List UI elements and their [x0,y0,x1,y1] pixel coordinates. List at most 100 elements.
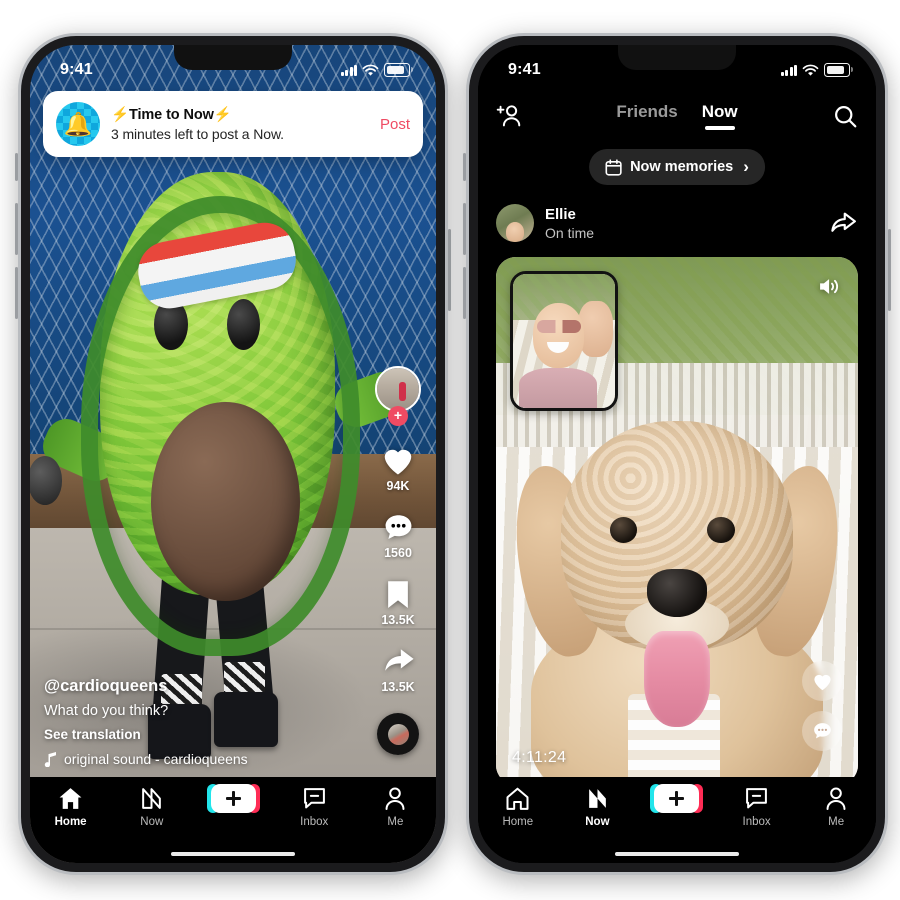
wifi-icon [362,64,379,76]
signal-bars-icon [340,64,357,76]
inbox-icon [745,785,768,811]
pip-face [533,303,585,368]
share-icon [380,643,416,679]
phone-right: 9:41 Friends Now Now memories › Ellie On… [463,33,891,875]
now-notification-banner[interactable]: 🔔 ⚡Time to Now⚡ 3 minutes left to post a… [43,91,423,157]
sound-label: original sound - cardioqueens [64,751,248,767]
tab-create[interactable] [637,783,717,813]
comment-button[interactable] [802,711,842,751]
post-button[interactable]: Post [372,116,410,133]
post-header: Ellie On time [496,197,858,249]
poster-name[interactable]: Ellie [545,206,826,223]
status-time-right: 9:41 [508,61,541,78]
sound-row[interactable]: original sound - cardioqueens [44,751,358,767]
action-rail: + 94K 1560 13.5K 13.5K [369,366,427,755]
avatar[interactable] [496,204,534,242]
post-meta: Ellie On time [534,206,826,241]
mute-switch-right[interactable] [463,153,466,181]
see-translation-link[interactable]: See translation [44,727,358,742]
video-caption: @cardioqueens What do you think? See tra… [44,677,358,767]
tab-inbox[interactable]: Inbox [717,785,797,828]
tab-me[interactable]: Me [355,785,436,828]
heart-icon [380,442,416,478]
avatar-figure [398,382,407,401]
notch [174,45,292,70]
like-button[interactable] [802,661,842,701]
now-feed: 9:41 Friends Now Now memories › Ellie On… [478,45,876,863]
home-icon [58,785,83,811]
balloon-avocado-character [30,160,411,765]
volume-down-button-right[interactable] [463,267,466,319]
bookmark-action[interactable]: 13.5K [380,576,416,627]
like-count: 94K [386,479,410,493]
power-button-right[interactable] [888,229,891,311]
tab-home[interactable]: Home [478,785,558,828]
speaker-icon[interactable] [814,271,844,301]
tab-now[interactable]: Now [111,785,192,828]
create-button[interactable] [206,783,260,813]
calendar-icon [605,158,622,176]
volume-down-button[interactable] [15,267,18,319]
comment-count: 1560 [384,546,412,560]
inbox-icon [303,785,326,811]
tab-inbox[interactable]: Inbox [274,785,355,828]
feed-tabs: Friends Now [616,102,737,131]
character-avocado-pit [151,401,300,602]
add-friend-icon[interactable] [492,99,526,133]
share-action[interactable]: 13.5K [380,643,416,694]
now-lightning-icon [140,785,163,811]
profile-icon [384,785,406,811]
volume-up-button-right[interactable] [463,203,466,255]
now-photo[interactable]: 4:11:24 [496,257,858,785]
mute-switch[interactable] [15,153,18,181]
tab-me[interactable]: Me [796,785,876,828]
search-icon[interactable] [828,99,862,133]
tab-friends[interactable]: Friends [616,102,677,131]
comment-action[interactable]: 1560 [380,509,416,560]
screenshot-canvas: 9:41 🔔 ⚡Time to Now⚡ 3 minutes left to p… [0,0,900,900]
status-icons [340,63,413,77]
notification-text: ⚡Time to Now⚡ 3 minutes left to post a N… [100,106,372,142]
now-memories-button[interactable]: Now memories › [589,149,765,185]
dog-subject [504,420,850,785]
phone-right-screen: 9:41 Friends Now Now memories › Ellie On… [478,45,876,863]
phone-left: 9:41 🔔 ⚡Time to Now⚡ 3 minutes left to p… [15,33,451,875]
tab-create[interactable] [192,783,273,813]
front-camera-inset[interactable] [510,271,618,411]
create-button[interactable] [650,783,704,813]
dog-eye-right [707,516,735,543]
share-count: 13.5K [381,680,415,694]
poster-status: On time [545,224,595,241]
comment-icon [813,723,831,739]
tab-now-feed[interactable]: Now [702,102,738,131]
plus-glyph [669,790,685,806]
phone-left-bezel: 9:41 🔔 ⚡Time to Now⚡ 3 minutes left to p… [21,36,445,872]
battery-icon [384,63,413,77]
caption-text: What do you think? [44,703,169,719]
phone-left-screen: 9:41 🔔 ⚡Time to Now⚡ 3 minutes left to p… [30,45,436,863]
like-action[interactable]: 94K [380,442,416,493]
caption-username[interactable]: @cardioqueens [44,677,358,696]
volume-up-button[interactable] [15,203,18,255]
plus-create-icon [206,783,260,813]
follow-button[interactable]: + [388,406,408,426]
pip-shirt [519,367,597,408]
now-memories-label: Now memories [630,159,734,175]
dog-nose [646,568,708,617]
home-indicator-right [615,851,739,856]
tab-now[interactable]: Now [558,785,638,828]
tab-home-label: Home [502,816,534,828]
tab-me-label: Me [828,816,845,828]
phone-right-bezel: 9:41 Friends Now Now memories › Ellie On… [469,36,885,872]
tabbar-left: Home Now Inbox Me [30,777,436,863]
notification-subtitle: 3 minutes left to post a Now. [111,126,284,142]
vinyl-record-icon[interactable] [377,713,419,755]
power-button[interactable] [448,229,451,311]
sunglasses-icon [537,319,582,333]
bell-icon: 🔔 [63,110,93,137]
tab-home[interactable]: Home [30,785,111,828]
share-icon[interactable] [826,207,858,239]
bookmark-icon [380,576,416,612]
now-header: Friends Now [478,89,876,143]
wifi-icon [802,64,819,76]
